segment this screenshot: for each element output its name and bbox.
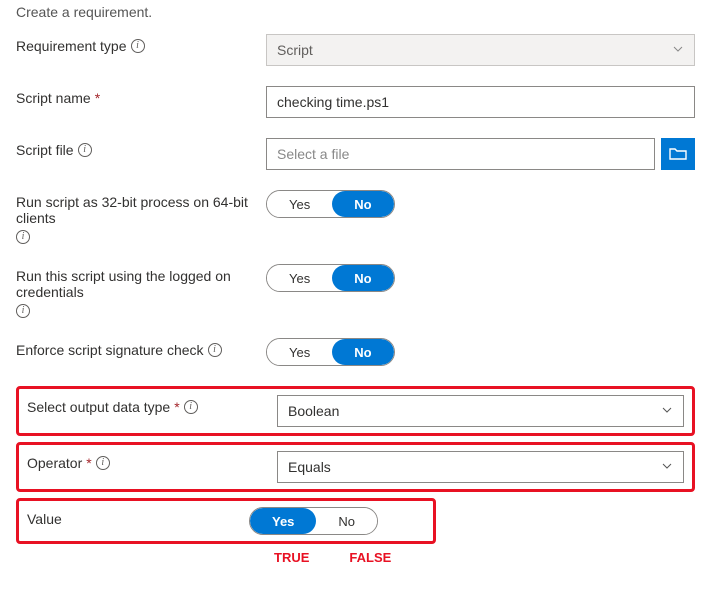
toggle-yes[interactable]: Yes [267,265,332,291]
info-icon[interactable]: i [16,230,30,244]
toggle-yes[interactable]: Yes [267,339,332,365]
page-title: Create a requirement. [16,4,695,20]
field-run-logged-on: Run this script using the logged on cred… [16,264,695,318]
required-asterisk: * [95,90,100,106]
script-file-placeholder: Select a file [277,146,349,162]
requirement-type-value: Script [277,42,313,58]
chevron-down-icon [661,459,673,475]
requirement-type-label: Requirement type [16,38,127,54]
script-file-input[interactable]: Select a file [266,138,655,170]
value-toggle[interactable]: Yes No [249,507,378,535]
output-type-select[interactable]: Boolean [277,395,684,427]
toggle-no[interactable]: No [316,508,377,534]
run-logged-on-toggle[interactable]: Yes No [266,264,395,292]
field-run-32bit: Run script as 32-bit process on 64-bit c… [16,190,695,244]
field-enforce-sig: Enforce script signature check i Yes No [16,338,695,366]
highlight-value: Value Yes No [16,498,436,544]
info-icon[interactable]: i [184,400,198,414]
script-name-label: Script name [16,90,91,106]
value-label: Value [27,511,62,527]
operator-label: Operator [27,455,82,471]
annotation-true: TRUE [274,550,309,565]
field-value: Value Yes No [27,507,425,535]
script-file-label: Script file [16,142,74,158]
field-operator: Operator * i Equals [27,451,684,483]
info-icon[interactable]: i [16,304,30,318]
run-32bit-label: Run script as 32-bit process on 64-bit c… [16,194,266,226]
info-icon[interactable]: i [131,39,145,53]
required-asterisk: * [174,399,179,415]
chevron-down-icon [672,42,684,58]
toggle-yes[interactable]: Yes [250,508,316,534]
folder-icon [669,147,687,161]
annotation-row: TRUE FALSE [274,550,695,565]
highlight-output-type: Select output data type * i Boolean [16,386,695,436]
run-logged-on-label: Run this script using the logged on cred… [16,268,266,300]
field-requirement-type: Requirement type i Script [16,34,695,66]
script-name-input[interactable]: checking time.ps1 [266,86,695,118]
toggle-yes[interactable]: Yes [267,191,332,217]
field-script-name: Script name * checking time.ps1 [16,86,695,118]
script-name-value: checking time.ps1 [277,94,389,110]
output-type-value: Boolean [288,403,339,419]
info-icon[interactable]: i [96,456,110,470]
highlight-operator: Operator * i Equals [16,442,695,492]
operator-select[interactable]: Equals [277,451,684,483]
enforce-sig-toggle[interactable]: Yes No [266,338,395,366]
chevron-down-icon [661,403,673,419]
browse-file-button[interactable] [661,138,695,170]
field-script-file: Script file i Select a file [16,138,695,170]
run-32bit-toggle[interactable]: Yes No [266,190,395,218]
toggle-no[interactable]: No [332,339,393,365]
toggle-no[interactable]: No [332,265,393,291]
annotation-false: FALSE [349,550,391,565]
info-icon[interactable]: i [78,143,92,157]
required-asterisk: * [86,455,91,471]
toggle-no[interactable]: No [332,191,393,217]
enforce-sig-label: Enforce script signature check [16,342,204,358]
requirement-type-select: Script [266,34,695,66]
field-output-type: Select output data type * i Boolean [27,395,684,427]
operator-value: Equals [288,459,331,475]
info-icon[interactable]: i [208,343,222,357]
output-type-label: Select output data type [27,399,170,415]
